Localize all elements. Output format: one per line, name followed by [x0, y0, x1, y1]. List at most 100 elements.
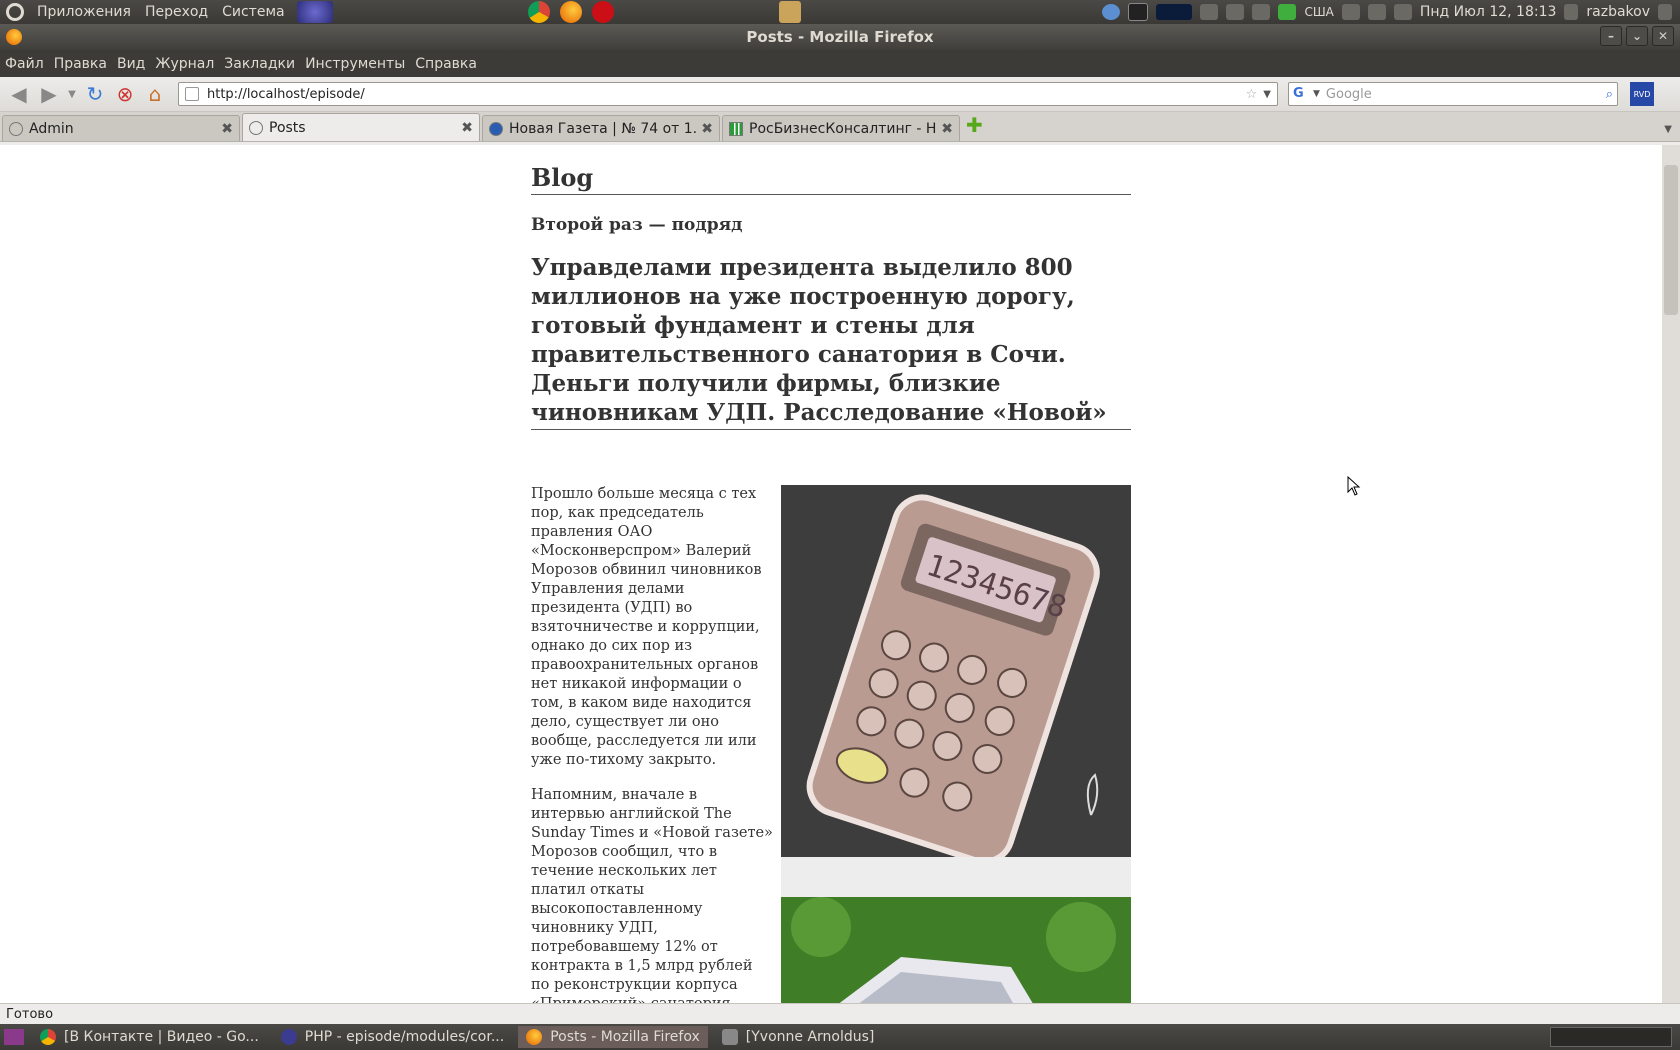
rvd-addon-icon[interactable]: RVD — [1630, 82, 1654, 106]
tab-bar: Admin ✖ Posts ✖ Новая Газета | № 74 от 1… — [0, 112, 1680, 142]
window-title: Posts - Mozilla Firefox — [746, 28, 934, 46]
bookmark-star-icon[interactable]: ☆ — [1246, 87, 1258, 102]
stop-icon[interactable]: ⊗ — [110, 80, 140, 108]
power-icon[interactable] — [1658, 4, 1672, 20]
menu-system[interactable]: Система — [215, 4, 291, 20]
search-engine-dropdown-icon[interactable]: ▼ — [1313, 89, 1320, 99]
tab-close-icon[interactable]: ✖ — [221, 121, 233, 137]
url-text[interactable]: http://localhost/episode/ — [207, 87, 1240, 102]
taskbar-label[interactable]: [Yvonne Arnoldus] — [746, 1029, 875, 1045]
url-dropdown-icon[interactable]: ▼ — [1263, 89, 1271, 100]
reload-icon[interactable]: ↻ — [80, 80, 110, 108]
system-monitor-icon[interactable] — [1156, 4, 1193, 20]
tab-admin[interactable]: Admin ✖ — [2, 115, 240, 141]
username[interactable]: razbakov — [1586, 4, 1650, 20]
chat-icon[interactable] — [1564, 4, 1579, 20]
mouse-cursor-icon — [1347, 476, 1361, 496]
top-panel: Приложения Переход Система США Пнд Июл 1… — [0, 0, 1680, 24]
firefox-icon — [526, 1029, 543, 1045]
network-globe-icon[interactable] — [1102, 4, 1121, 20]
vertical-scrollbar[interactable] — [1662, 145, 1680, 1003]
article-body: Прошло больше месяца с тех пор, как пред… — [531, 485, 1131, 1003]
menu-edit[interactable]: Правка — [49, 56, 112, 72]
tab-label[interactable]: Новая Газета | № 74 от 1... — [509, 121, 697, 137]
firefox-window: Posts - Mozilla Firefox – ⌄ ✕ Файл Правк… — [0, 24, 1680, 1024]
tab-close-icon[interactable]: ✖ — [701, 121, 713, 137]
mail-icon[interactable] — [1393, 4, 1412, 20]
taskbar-label[interactable]: Posts - Mozilla Firefox — [550, 1029, 700, 1045]
menu-bookmarks[interactable]: Закладки — [219, 56, 300, 72]
home-icon[interactable]: ⌂ — [140, 80, 170, 108]
minimize-button[interactable]: – — [1600, 26, 1622, 46]
page-content: Blog Второй раз — подряд Управделами пре… — [0, 145, 1662, 1003]
new-tab-icon[interactable]: ✚ — [966, 113, 983, 137]
tab-list-dropdown-icon[interactable]: ▼ — [1664, 124, 1672, 135]
eclipse-launcher-icon[interactable] — [296, 1, 333, 23]
eclipse-icon — [280, 1029, 297, 1045]
clock[interactable]: Пнд Июл 12, 18:13 — [1420, 4, 1557, 20]
taskbar-item-chat[interactable]: [Yvonne Arnoldus] — [714, 1026, 883, 1048]
menu-view[interactable]: Вид — [112, 56, 150, 72]
archive-launcher-icon[interactable] — [778, 1, 801, 23]
calculator-illustration: 12345678 — [781, 485, 1131, 865]
forward-icon[interactable]: ▶ — [34, 80, 64, 108]
top-menu: Приложения Переход Система — [0, 1, 338, 23]
site-identity-icon[interactable] — [185, 87, 199, 101]
taskbar-label[interactable]: [В Контакте | Видео - Go... — [64, 1029, 259, 1045]
shield-check-icon[interactable] — [1278, 4, 1297, 20]
scrollbar-thumb[interactable] — [1664, 165, 1678, 315]
network-icon[interactable] — [1341, 4, 1360, 20]
ubuntu-logo-icon[interactable] — [6, 3, 24, 21]
menu-help[interactable]: Справка — [410, 56, 482, 72]
tab-close-icon[interactable]: ✖ — [941, 121, 953, 137]
article-headline: Управделами президента выделило 800 милл… — [531, 253, 1131, 430]
rbc-favicon-icon — [729, 121, 743, 136]
google-search-engine-icon[interactable]: G — [1293, 86, 1309, 102]
menu-file[interactable]: Файл — [0, 56, 49, 72]
history-dropdown-icon[interactable]: ▼ — [64, 80, 80, 108]
menu-places[interactable]: Переход — [138, 4, 215, 20]
tab-label[interactable]: Posts — [269, 120, 457, 136]
page-favicon-icon — [249, 120, 263, 135]
image-separator — [781, 857, 1131, 897]
firefox-icon — [6, 29, 22, 45]
page-favicon-icon — [9, 121, 23, 136]
workspace-switcher[interactable] — [1550, 1027, 1672, 1047]
search-input[interactable]: Google — [1326, 87, 1606, 102]
search-magnifier-icon[interactable]: ⌕ — [1606, 87, 1613, 102]
eye-icon[interactable] — [1226, 4, 1245, 20]
terminal-icon[interactable] — [1128, 3, 1149, 21]
keyboard-layout[interactable]: США — [1304, 5, 1333, 19]
novaya-gazeta-favicon-icon — [489, 121, 503, 136]
screenshot-icon[interactable] — [1200, 4, 1219, 20]
menubar: Файл Правка Вид Журнал Закладки Инструме… — [0, 50, 1680, 77]
maximize-button[interactable]: ⌄ — [1626, 26, 1648, 46]
taskbar-label[interactable]: PHP - episode/modules/cor... — [305, 1029, 504, 1045]
search-box[interactable]: G ▼ Google ⌕ — [1288, 82, 1618, 106]
chrome-launcher-icon[interactable] — [527, 1, 550, 23]
url-bar[interactable]: http://localhost/episode/ ☆ ▼ — [178, 82, 1278, 106]
tab-novaya-gazeta[interactable]: Новая Газета | № 74 от 1... ✖ — [482, 115, 720, 141]
taskbar-item-firefox[interactable]: Posts - Mozilla Firefox — [518, 1026, 708, 1048]
firefox-launcher-icon[interactable] — [559, 1, 582, 23]
taskbar-item-vkontakte[interactable]: [В Контакте | Видео - Go... — [32, 1026, 267, 1048]
window-controls: – ⌄ ✕ — [1600, 26, 1674, 46]
tab-close-icon[interactable]: ✖ — [461, 120, 473, 136]
blog-title[interactable]: Blog — [531, 163, 1131, 195]
notes-icon[interactable] — [1252, 4, 1271, 20]
tab-rbc[interactable]: РосБизнесКонсалтинг - Н... ✖ — [722, 115, 960, 141]
tab-label[interactable]: Admin — [29, 121, 217, 137]
close-window-button[interactable]: ✕ — [1652, 26, 1674, 46]
tab-posts[interactable]: Posts ✖ — [242, 113, 480, 141]
chat-app-icon — [721, 1029, 738, 1045]
back-icon[interactable]: ◀ — [4, 80, 34, 108]
volume-icon[interactable] — [1367, 4, 1386, 20]
menu-history[interactable]: Журнал — [150, 56, 219, 72]
menu-applications[interactable]: Приложения — [30, 4, 138, 20]
show-desktop-icon[interactable] — [4, 1029, 24, 1045]
taskbar-item-eclipse[interactable]: PHP - episode/modules/cor... — [273, 1026, 512, 1048]
chrome-icon — [40, 1029, 56, 1045]
menu-tools[interactable]: Инструменты — [300, 56, 410, 72]
opera-launcher-icon[interactable] — [591, 1, 614, 23]
tab-label[interactable]: РосБизнесКонсалтинг - Н... — [749, 121, 937, 137]
